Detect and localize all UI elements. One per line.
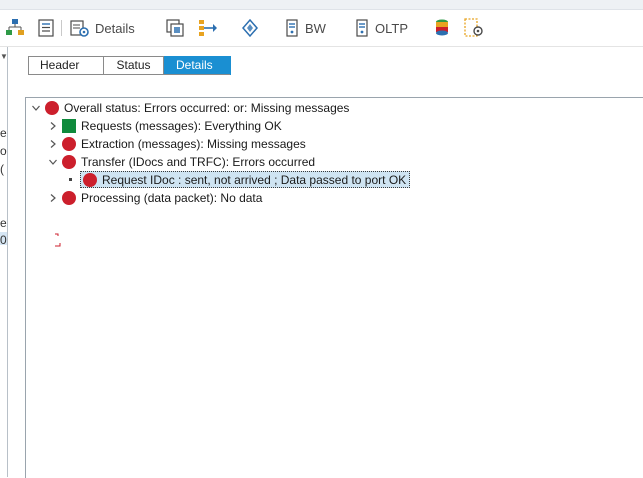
list-document-button[interactable] — [37, 17, 55, 39]
details-button-label: Details — [95, 20, 135, 36]
tab-strip: Header Status Details — [28, 56, 231, 75]
tree-node-processing[interactable]: Processing (data packet): No data — [48, 189, 262, 206]
bw-server-icon — [284, 18, 300, 38]
expand-chevron-icon[interactable] — [48, 121, 58, 131]
oltp-button[interactable]: OLTP — [354, 17, 408, 39]
bw-button-label: BW — [305, 20, 326, 36]
tab-status[interactable]: Status — [103, 56, 164, 75]
left-pane-text: o — [0, 144, 7, 158]
diamond-flow-button[interactable] — [240, 17, 260, 39]
application-toolbar: Details BW OLTP — [0, 10, 643, 47]
tree-node-request-idoc[interactable]: Request IDoc : sent, not arrived ; Data … — [69, 171, 411, 188]
collapse-chevron-icon[interactable] — [48, 157, 58, 167]
bw-button[interactable]: BW — [284, 17, 326, 39]
collapse-chevron-icon[interactable] — [31, 103, 41, 113]
tree-node-overall-status[interactable]: Overall status: Errors occurred: or: Mis… — [31, 99, 349, 116]
tree-node-label: Request IDoc : sent, not arrived ; Data … — [102, 172, 407, 187]
details-button[interactable]: Details — [70, 17, 135, 39]
error-status-icon — [62, 190, 76, 205]
branch-arrows-button[interactable] — [198, 17, 218, 39]
tab-underline — [28, 74, 230, 75]
tree-node-label: Processing (data packet): No data — [81, 190, 263, 205]
settings-page-button[interactable] — [464, 17, 484, 39]
details-gear-icon — [70, 18, 90, 38]
selected-node-highlight[interactable]: Request IDoc : sent, not arrived ; Data … — [80, 171, 411, 188]
left-pane-text: ex — [0, 216, 7, 230]
settings-page-icon — [464, 18, 484, 38]
org-hierarchy-icon — [5, 18, 25, 38]
tree-node-requests[interactable]: Requests (messages): Everything OK — [48, 117, 282, 134]
tree-node-label: Requests (messages): Everything OK — [81, 118, 282, 133]
oltp-server-icon — [354, 18, 370, 38]
database-stack-button[interactable] — [434, 17, 450, 39]
list-document-icon — [37, 18, 55, 38]
expand-chevron-icon[interactable] — [48, 139, 58, 149]
toolbar-separator — [61, 20, 62, 36]
tree-node-transfer[interactable]: Transfer (IDocs and TRFC): Errors occurr… — [48, 153, 315, 170]
database-stack-icon — [434, 18, 450, 38]
tree-node-label: Extraction (messages): Missing messages — [81, 136, 306, 151]
ok-status-icon — [62, 118, 76, 133]
left-pane-text: ( — [0, 162, 4, 176]
leaf-bullet-icon — [69, 178, 72, 181]
copy-window-icon — [166, 18, 184, 38]
tab-details[interactable]: Details — [164, 56, 231, 75]
copy-window-button[interactable] — [166, 17, 184, 39]
error-status-icon — [45, 100, 59, 115]
pane-collapse-icon[interactable]: ▼ — [0, 52, 7, 61]
tree-node-label: Overall status: Errors occurred: or: Mis… — [64, 100, 350, 115]
left-navigation-pane: ▼ ex o ( ex 0 — [0, 47, 8, 477]
diamond-flow-icon — [240, 18, 260, 38]
error-status-icon — [62, 136, 76, 151]
error-status-icon — [83, 172, 97, 187]
tree-node-extraction[interactable]: Extraction (messages): Missing messages — [48, 135, 306, 152]
oltp-button-label: OLTP — [375, 20, 408, 36]
expand-chevron-icon[interactable] — [48, 193, 58, 203]
focus-corner-marker — [55, 233, 61, 247]
left-pane-text: ex — [0, 126, 7, 140]
tree-node-label: Transfer (IDocs and TRFC): Errors occurr… — [81, 154, 316, 169]
org-hierarchy-button[interactable] — [5, 17, 25, 39]
window-top-strip — [0, 0, 643, 10]
tab-header[interactable]: Header — [28, 56, 103, 75]
error-status-icon — [62, 154, 76, 169]
left-pane-text: 0 — [0, 233, 7, 247]
branch-arrows-icon — [198, 18, 218, 38]
